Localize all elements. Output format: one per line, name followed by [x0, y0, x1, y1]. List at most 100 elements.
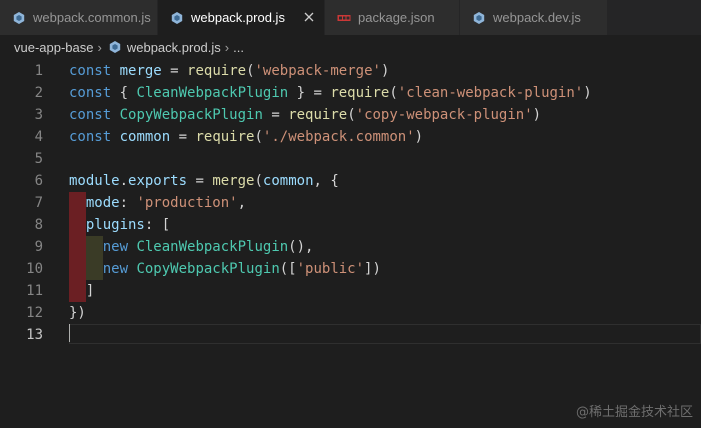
line-number: 12	[26, 305, 43, 321]
code-token: (	[389, 85, 398, 101]
code-token: './webpack.common'	[262, 129, 415, 145]
code-line[interactable]: 7 mode: 'production',	[0, 192, 701, 214]
code-token: mode	[85, 195, 120, 211]
code-token: (	[254, 173, 263, 189]
tab-bar: webpack.common.js webpack.prod.js packag…	[0, 0, 701, 35]
code-token: } =	[288, 85, 331, 101]
code-line[interactable]: 3 const CopyWebpackPlugin = require('copy…	[0, 104, 701, 126]
code-token: =	[262, 107, 289, 123]
code-text: new CleanWebpackPlugin(),	[69, 236, 314, 258]
line-number: 8	[34, 217, 43, 233]
js-icon	[13, 11, 25, 24]
code-text: const { CleanWebpackPlugin } = require('…	[69, 82, 592, 104]
code-text: ]	[69, 280, 94, 302]
line-number: 4	[34, 129, 43, 145]
code-token: ([	[279, 261, 297, 277]
tab-label: webpack.prod.js	[191, 10, 285, 25]
breadcrumb: vue-app-base › webpack.prod.js › ...	[0, 35, 701, 59]
code-line[interactable]: 12})	[0, 302, 701, 324]
code-text: const merge = require('webpack-merge')	[69, 60, 389, 82]
code-text	[69, 324, 70, 346]
code-token: =	[170, 129, 196, 145]
code-token: , {	[313, 173, 339, 189]
code-token: require	[195, 129, 255, 145]
code-text: module.exports = merge(common, {	[69, 170, 339, 192]
code-line[interactable]: 13	[0, 324, 701, 346]
watermark: @稀土掘金技术社区	[575, 405, 693, 420]
code-token: merge	[119, 63, 162, 79]
line-number: 2	[34, 85, 43, 101]
line-number: 1	[34, 63, 43, 79]
js-icon	[171, 11, 183, 24]
tab-package-json[interactable]: package.json	[325, 0, 460, 35]
code-line[interactable]: 9 new CleanWebpackPlugin(),	[0, 236, 701, 258]
code-token: 'public'	[296, 261, 365, 277]
line-number: 3	[34, 107, 43, 123]
code-line[interactable]: 5	[0, 148, 701, 170]
line-number: 9	[34, 239, 43, 255]
line-number: 5	[34, 151, 43, 167]
code-line[interactable]: 2 const { CleanWebpackPlugin } = require(…	[0, 82, 701, 104]
close-icon[interactable]	[302, 10, 316, 24]
code-line[interactable]: 10 new CopyWebpackPlugin(['public'])	[0, 258, 701, 280]
js-icon	[473, 11, 485, 24]
code-line[interactable]: 6 module.exports = merge(common, {	[0, 170, 701, 192]
code-text: })	[69, 302, 86, 324]
code-token: :	[119, 195, 137, 211]
code-text: const common = require('./webpack.common…	[69, 126, 423, 148]
code-token: =	[161, 63, 188, 79]
current-line-highlight	[69, 324, 701, 344]
code-token: (	[347, 107, 356, 123]
code-token: const	[69, 129, 112, 145]
breadcrumb-file[interactable]: webpack.prod.js	[127, 40, 221, 55]
code-text: const CopyWebpackPlugin = require('copy-…	[69, 104, 541, 126]
text-cursor	[69, 324, 70, 342]
tab-webpack-dev[interactable]: webpack.dev.js	[460, 0, 608, 35]
line-number: 7	[34, 195, 43, 211]
code-token: ,	[237, 195, 247, 211]
breadcrumb-folder[interactable]: vue-app-base	[14, 40, 94, 55]
tab-webpack-prod[interactable]: webpack.prod.js	[158, 0, 325, 35]
code-line[interactable]: 8 plugins: [	[0, 214, 701, 236]
code-token: plugins	[85, 217, 145, 233]
line-number: 6	[34, 173, 43, 189]
code-token: CopyWebpackPlugin	[119, 107, 263, 123]
code-token: require	[288, 107, 348, 123]
code-line[interactable]: 11 ]	[0, 280, 701, 302]
code-token: CleanWebpackPlugin	[136, 85, 289, 101]
code-token: (	[254, 129, 263, 145]
code-token: const	[69, 85, 112, 101]
code-token: new	[102, 239, 129, 255]
chevron-right-icon: ›	[97, 39, 102, 55]
code-token: 'clean-webpack-plugin'	[397, 85, 584, 101]
code-line[interactable]: 1 const merge = require('webpack-merge')	[0, 60, 701, 82]
code-token: common	[119, 129, 171, 145]
code-line[interactable]: 4 const common = require('./webpack.commo…	[0, 126, 701, 148]
breadcrumb-more[interactable]: ...	[233, 40, 244, 55]
code-token: {	[111, 85, 137, 101]
code-token: )	[583, 85, 592, 101]
code-token: )	[414, 129, 424, 145]
code-token: 'webpack-merge'	[254, 63, 381, 79]
code-text: new CopyWebpackPlugin(['public'])	[69, 258, 381, 280]
code-token: .	[119, 173, 129, 189]
code-editor[interactable]: 1 const merge = require('webpack-merge') 2…	[0, 59, 701, 428]
tab-webpack-common[interactable]: webpack.common.js	[0, 0, 158, 35]
js-icon	[109, 41, 121, 53]
line-number: 10	[26, 261, 43, 277]
npm-icon	[337, 14, 351, 21]
tab-label: package.json	[358, 10, 435, 25]
code-token: (	[246, 63, 255, 79]
code-token: (),	[288, 239, 314, 255]
code-token: common	[262, 173, 314, 189]
code-token: })	[69, 305, 86, 321]
chevron-right-icon: ›	[224, 39, 230, 55]
code-token: const	[69, 107, 112, 123]
tab-label: webpack.common.js	[33, 10, 151, 25]
line-number: 11	[26, 283, 43, 299]
